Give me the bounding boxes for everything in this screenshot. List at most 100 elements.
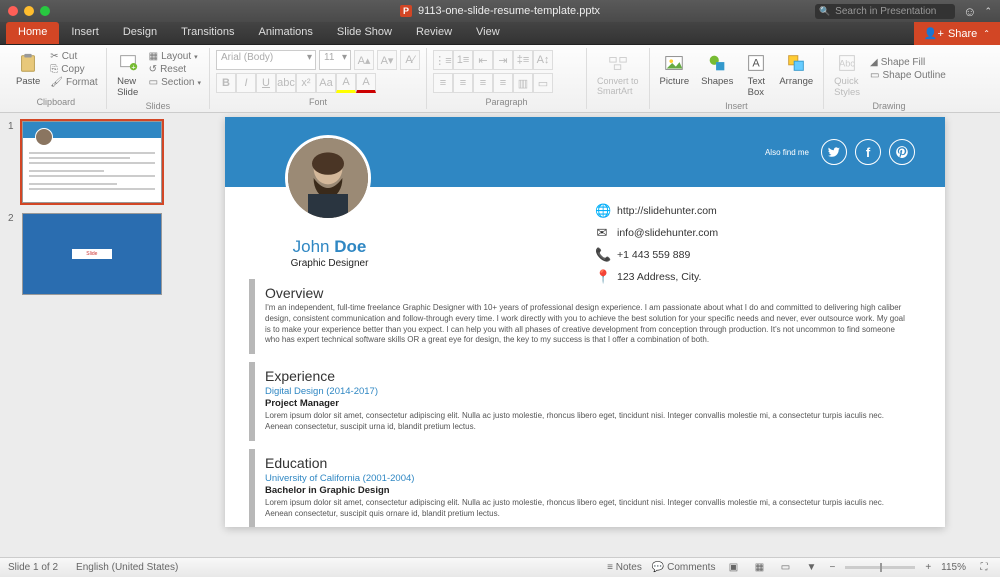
pinterest-icon[interactable]: [889, 139, 915, 165]
new-slide-button[interactable]: +New Slide: [113, 50, 143, 100]
textbox-button[interactable]: AText Box: [741, 50, 771, 100]
chevron-down-icon[interactable]: ⌃: [984, 6, 992, 17]
contact-web: http://slidehunter.com: [617, 205, 717, 217]
highlight-button[interactable]: A: [336, 73, 356, 93]
contact-email: info@slidehunter.com: [617, 227, 718, 239]
slide-canvas[interactable]: Also find me f John Doe Graphic Designer…: [170, 113, 1000, 557]
section-button[interactable]: ▭Section▾: [147, 76, 203, 89]
text-direction-button[interactable]: A↕: [533, 50, 553, 70]
line-spacing-button[interactable]: ‡≡: [513, 50, 533, 70]
facebook-icon[interactable]: f: [855, 139, 881, 165]
group-label-slides: Slides: [113, 100, 203, 111]
decrease-font-button[interactable]: A▾: [377, 50, 397, 70]
slideshow-view-button[interactable]: ▼: [803, 561, 819, 575]
reset-button[interactable]: ↺Reset: [147, 63, 203, 76]
italic-button[interactable]: I: [236, 73, 256, 93]
search-input[interactable]: Search in Presentation: [815, 4, 955, 19]
numbering-button[interactable]: 1≡: [453, 50, 473, 70]
profile-avatar: [285, 135, 371, 221]
contact-phone: +1 443 559 889: [617, 249, 690, 261]
svg-text:P: P: [403, 6, 409, 16]
align-left-button[interactable]: ≡: [433, 73, 453, 93]
group-label-insert: Insert: [656, 100, 818, 111]
align-text-button[interactable]: ▭: [533, 73, 553, 93]
picture-button[interactable]: Picture: [656, 50, 694, 89]
tab-review[interactable]: Review: [404, 22, 464, 44]
tab-design[interactable]: Design: [111, 22, 169, 44]
sorter-view-button[interactable]: ▦: [751, 561, 767, 575]
zoom-out-button[interactable]: −: [829, 562, 835, 573]
profile-name: John Doe: [257, 237, 402, 257]
underline-button[interactable]: U: [256, 73, 276, 93]
close-window-button[interactable]: [8, 6, 18, 16]
shape-outline-button[interactable]: ▭Shape Outline: [868, 69, 948, 82]
font-family-select[interactable]: Arial (Body): [216, 50, 316, 70]
tab-view[interactable]: View: [464, 22, 512, 44]
paste-button[interactable]: Paste: [12, 50, 44, 89]
convert-smartart-button[interactable]: Convert to SmartArt: [593, 50, 643, 98]
section-education: Education University of California (2001…: [249, 449, 921, 528]
fit-to-window-button[interactable]: ⛶: [976, 561, 992, 575]
outdent-button[interactable]: ⇤: [473, 50, 493, 70]
tab-home[interactable]: Home: [6, 22, 59, 44]
notes-button[interactable]: ≡ Notes: [607, 562, 642, 573]
layout-button[interactable]: ▦Layout▾: [147, 50, 203, 63]
shapes-button[interactable]: Shapes: [697, 50, 737, 89]
reading-view-button[interactable]: ▭: [777, 561, 793, 575]
comments-button[interactable]: 💬 Comments: [652, 562, 716, 573]
quick-styles-button[interactable]: AbcQuick Styles: [830, 50, 864, 100]
arrange-button[interactable]: Arrange: [775, 50, 817, 89]
titlebar: P 9113-one-slide-resume-template.pptx Se…: [0, 0, 1000, 22]
twitter-icon[interactable]: [821, 139, 847, 165]
normal-view-button[interactable]: ▣: [725, 561, 741, 575]
share-button[interactable]: 👤+Share⌃: [914, 22, 1000, 45]
font-color-button[interactable]: A: [356, 73, 376, 93]
group-label-drawing: Drawing: [830, 100, 948, 111]
zoom-in-button[interactable]: +: [925, 562, 931, 573]
document-title: 9113-one-slide-resume-template.pptx: [418, 5, 600, 17]
ribbon: Paste ✂Cut ⎘Copy 🖌Format Clipboard +New …: [0, 45, 1000, 113]
columns-button[interactable]: ▥: [513, 73, 533, 93]
group-label-font: Font: [216, 96, 420, 107]
align-center-button[interactable]: ≡: [453, 73, 473, 93]
bold-button[interactable]: B: [216, 73, 236, 93]
cut-button[interactable]: ✂Cut: [48, 50, 99, 63]
profile-role: Graphic Designer: [257, 258, 402, 269]
tab-animations[interactable]: Animations: [247, 22, 325, 44]
strike-button[interactable]: abc: [276, 73, 296, 93]
tab-transitions[interactable]: Transitions: [169, 22, 246, 44]
copy-button[interactable]: ⎘Copy: [48, 63, 99, 76]
slide-thumbnail-1[interactable]: [22, 121, 162, 203]
change-case-button[interactable]: Aa: [316, 73, 336, 93]
language-button[interactable]: English (United States): [76, 562, 178, 573]
svg-text:+: +: [131, 62, 135, 71]
phone-icon: 📞: [595, 247, 609, 263]
slide-thumbnail-2[interactable]: Slide: [22, 213, 162, 295]
slide[interactable]: Also find me f John Doe Graphic Designer…: [225, 117, 945, 527]
font-size-select[interactable]: 11: [319, 50, 351, 70]
tab-insert[interactable]: Insert: [59, 22, 111, 44]
increase-font-button[interactable]: A▴: [354, 50, 374, 70]
powerpoint-icon: P: [400, 5, 412, 17]
minimize-window-button[interactable]: [24, 6, 34, 16]
tab-slideshow[interactable]: Slide Show: [325, 22, 404, 44]
align-right-button[interactable]: ≡: [473, 73, 493, 93]
globe-icon: 🌐: [595, 203, 609, 219]
email-icon: ✉: [595, 225, 609, 241]
bullets-button[interactable]: ⋮≡: [433, 50, 453, 70]
slide-counter[interactable]: Slide 1 of 2: [8, 562, 58, 573]
user-smiley-icon[interactable]: ☺: [963, 4, 976, 19]
format-painter-button[interactable]: 🖌Format: [48, 76, 99, 89]
indent-button[interactable]: ⇥: [493, 50, 513, 70]
group-label-clipboard: Clipboard: [12, 96, 100, 107]
zoom-slider[interactable]: [845, 566, 915, 569]
maximize-window-button[interactable]: [40, 6, 50, 16]
clear-format-button[interactable]: A⁄: [400, 50, 420, 70]
zoom-level[interactable]: 115%: [941, 562, 966, 573]
contact-list: 🌐 http://slidehunter.com ✉ info@slidehunte…: [595, 203, 718, 285]
justify-button[interactable]: ≡: [493, 73, 513, 93]
svg-text:Abc: Abc: [839, 59, 855, 69]
subscript-button[interactable]: x²: [296, 73, 316, 93]
social-label: Also find me: [765, 148, 809, 157]
shape-fill-button[interactable]: ◢Shape Fill: [868, 56, 948, 69]
